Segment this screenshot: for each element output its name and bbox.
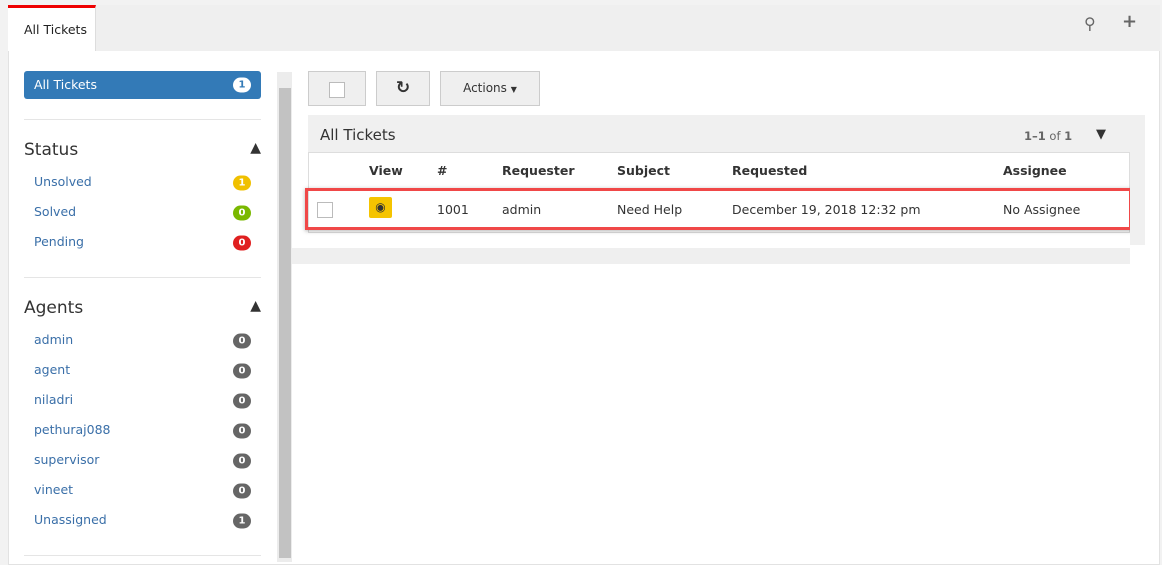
select-all-checkbox[interactable] xyxy=(329,82,345,98)
sidebar-item-solved[interactable]: Solved 0 xyxy=(24,201,261,225)
view-ticket-button[interactable]: ◉ xyxy=(369,197,392,218)
count-badge: 0 xyxy=(233,235,251,251)
divider xyxy=(24,119,261,120)
caret-down-icon: ▼ xyxy=(510,85,517,94)
label: Solved xyxy=(34,204,77,219)
count-badge: 1 xyxy=(233,513,251,529)
sidebar-item-unsolved[interactable]: Unsolved 1 xyxy=(24,171,261,195)
column-header-assignee[interactable]: Assignee xyxy=(1003,163,1067,178)
section-title: Status xyxy=(24,140,79,160)
ticket-assignee: No Assignee xyxy=(1003,202,1081,217)
count-badge: 0 xyxy=(233,423,251,439)
plus-icon[interactable]: + xyxy=(1122,11,1137,32)
chevron-up-icon[interactable]: ▲ xyxy=(250,298,261,314)
range: 1–1 xyxy=(1024,129,1046,143)
tab-all-tickets[interactable]: All Tickets xyxy=(8,5,96,51)
label: vineet xyxy=(34,482,74,497)
divider xyxy=(24,555,261,556)
sidebar-item-admin[interactable]: admin 0 xyxy=(24,329,261,353)
actions-label: Actions xyxy=(463,81,507,95)
status-section-header[interactable]: Status ▲ xyxy=(24,140,261,160)
label: Unassigned xyxy=(34,512,107,527)
column-header-number[interactable]: # xyxy=(437,163,447,178)
sidebar-item-unassigned[interactable]: Unassigned 1 xyxy=(24,509,261,533)
table-header-bar xyxy=(308,115,1130,153)
refresh-icon: ↻ xyxy=(395,78,411,98)
count-badge: 0 xyxy=(233,393,251,409)
count-badge: 0 xyxy=(233,363,251,379)
agents-section-header[interactable]: Agents ▲ xyxy=(24,298,261,318)
ticket-subject[interactable]: Need Help xyxy=(617,202,682,217)
count-badge: 0 xyxy=(233,333,251,349)
label: agent xyxy=(34,362,71,377)
table-title: All Tickets xyxy=(320,126,396,144)
ticket-id[interactable]: 1001 xyxy=(437,202,469,217)
label: All Tickets xyxy=(34,77,97,92)
sidebar-item-agent[interactable]: agent 0 xyxy=(24,359,261,383)
pagination: 1–1 of 1 xyxy=(1024,129,1072,143)
tab-bar xyxy=(8,5,1160,51)
table-vertical-scrollbar[interactable] xyxy=(1130,115,1145,245)
total: 1 xyxy=(1064,129,1073,143)
sidebar-item-all-tickets[interactable]: All Tickets 1 xyxy=(24,71,261,99)
label: Unsolved xyxy=(34,174,92,189)
label: Pending xyxy=(34,234,84,249)
column-header-view[interactable]: View xyxy=(369,163,403,178)
select-all-button[interactable] xyxy=(308,71,366,106)
count-badge: 0 xyxy=(233,205,251,221)
column-header-requested[interactable]: Requested xyxy=(732,163,807,178)
ticket-requested: December 19, 2018 12:32 pm xyxy=(732,202,921,217)
table-horizontal-scrollbar[interactable] xyxy=(292,248,1130,264)
chevron-up-icon[interactable]: ▲ xyxy=(250,140,261,156)
filter-icon[interactable]: ▼ xyxy=(1096,127,1106,142)
count-badge: 1 xyxy=(233,77,251,93)
ticket-requester: admin xyxy=(502,202,542,217)
column-header-requester[interactable]: Requester xyxy=(502,163,575,178)
divider xyxy=(24,277,261,278)
refresh-button[interactable]: ↻ xyxy=(376,71,430,106)
search-icon[interactable]: ⚲ xyxy=(1084,14,1096,33)
sidebar-scroll-thumb[interactable] xyxy=(279,88,291,558)
label: supervisor xyxy=(34,452,100,467)
sidebar-item-pending[interactable]: Pending 0 xyxy=(24,231,261,255)
of: of xyxy=(1049,129,1061,143)
eye-icon: ◉ xyxy=(375,200,386,214)
label: admin xyxy=(34,332,74,347)
sidebar-item-pethuraj088[interactable]: pethuraj088 0 xyxy=(24,419,261,443)
sidebar-item-niladri[interactable]: niladri 0 xyxy=(24,389,261,413)
count-badge: 0 xyxy=(233,453,251,469)
column-header-subject[interactable]: Subject xyxy=(617,163,670,178)
section-title: Agents xyxy=(24,298,84,318)
label: pethuraj088 xyxy=(34,422,111,437)
sidebar-item-supervisor[interactable]: supervisor 0 xyxy=(24,449,261,473)
sidebar-item-vineet[interactable]: vineet 0 xyxy=(24,479,261,503)
count-badge: 1 xyxy=(233,175,251,191)
count-badge: 0 xyxy=(233,483,251,499)
row-checkbox[interactable] xyxy=(317,202,333,218)
actions-dropdown[interactable]: Actions ▼ xyxy=(440,71,540,106)
label: niladri xyxy=(34,392,74,407)
